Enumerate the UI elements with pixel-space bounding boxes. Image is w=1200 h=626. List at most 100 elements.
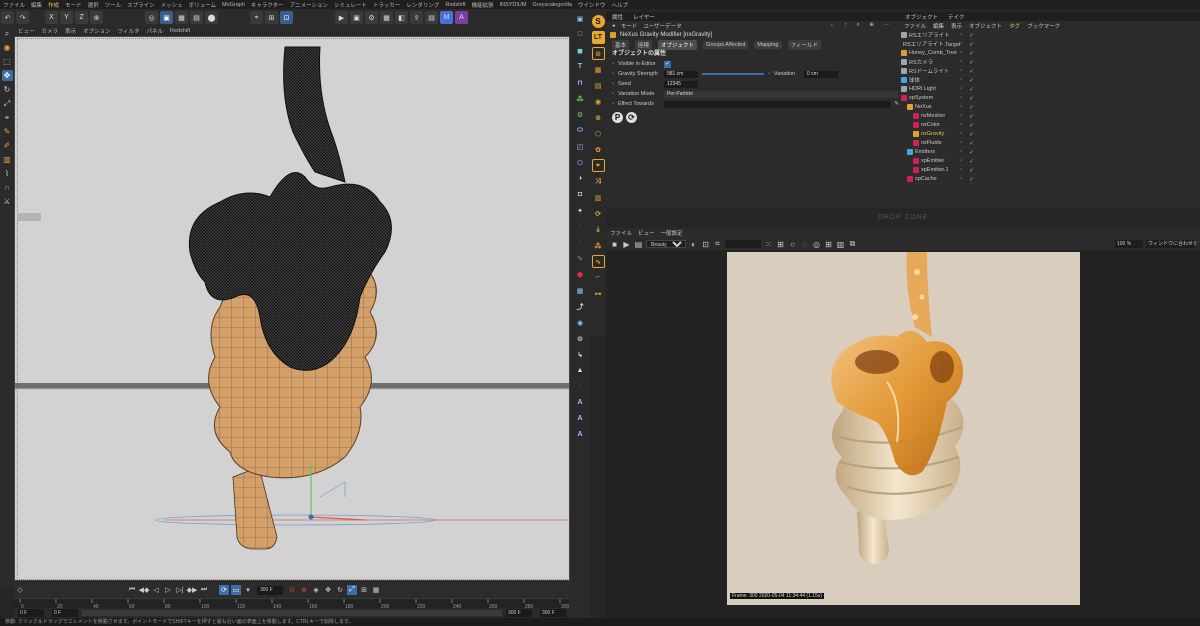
rs-dot-icon[interactable]: ⊚ [592,111,605,124]
viewport-menu-item[interactable]: フィルタ [118,27,140,35]
visibility-toggle-icon[interactable]: ▫ [960,158,969,164]
visibility-toggle-icon[interactable]: ▫ [960,149,969,155]
xp-tri-icon[interactable]: ▲ [574,364,587,377]
undo-icon[interactable]: ↶ [1,11,14,24]
visibility-toggle-icon[interactable]: ▫ [960,176,969,182]
tab-layers[interactable]: レイヤー [633,13,655,21]
menu-item[interactable]: トラッカー [373,1,401,9]
menu-item[interactable]: スプライン [127,1,155,9]
object-row[interactable]: nxGravity ▫ ✓ [899,130,1200,139]
enable-check-icon[interactable]: ✓ [969,41,978,48]
visibility-toggle-icon[interactable]: ▫ [960,50,969,56]
rs-grid-icon[interactable]: ▦ [592,63,605,76]
rotate-icon[interactable]: ↻ [2,84,13,95]
snapshot-icon[interactable]: ◎ [812,240,821,249]
visibility-toggle-icon[interactable]: ▫ [960,86,969,92]
xp-arrow-icon[interactable]: ↳ [574,348,587,361]
viewport-menu-item[interactable]: カメラ [42,27,59,35]
model-mode-icon[interactable]: ◎ [145,11,158,24]
object-row[interactable]: nxMesher ▫ ✓ [899,112,1200,121]
current-frame-field[interactable]: 300 F [257,585,283,595]
menu-item[interactable]: ヘルプ [611,1,628,9]
attr-subtab[interactable]: フィールド [787,39,821,50]
3d-viewport[interactable] [14,36,570,581]
square-icon[interactable]: □ [574,28,587,41]
region-select[interactable] [725,240,761,248]
pivot-icon[interactable]: ⌖ [2,112,13,123]
object-row[interactable]: xpCache ▫ ✓ [899,175,1200,184]
range-start-field[interactable]: 0 F [18,609,44,617]
enable-check-icon[interactable]: ✓ [969,77,978,84]
copy-icon[interactable]: ⧉ [848,239,857,249]
attr-subtab[interactable]: Mapping [754,40,782,49]
save-image-icon[interactable]: ⊞ [824,240,833,249]
menu-left-arrow-icon[interactable]: ◂ [612,23,615,29]
exposure-icon[interactable]: ◌ [800,240,809,249]
rs-render-icon[interactable]: ▤ [425,11,438,24]
tab-objects[interactable]: オブジェクト [905,13,938,21]
attr-subtab[interactable]: 座標 [635,39,653,50]
enable-check-icon[interactable]: ✓ [969,149,978,156]
render-settings-icon[interactable]: ⚙ [365,11,378,24]
visible-checkbox[interactable]: ✓ [663,60,671,68]
xp-az3-icon[interactable]: A [574,428,587,441]
menu-item[interactable]: 機能拡張 [472,1,494,9]
ai-icon[interactable]: A [455,11,468,24]
nexus-link-icon[interactable]: P [612,112,623,123]
menu-item[interactable]: 編集 [31,1,42,9]
coord-system-icon[interactable]: ⊕ [90,11,103,24]
keyframe-selection-icon[interactable]: ◈ [311,585,321,595]
rs-table-icon[interactable]: ▤ [592,79,605,92]
object-row[interactable]: RSドームライト ▫ ✓ [899,67,1200,76]
menu-item[interactable]: キャラクター [251,1,284,9]
enable-check-icon[interactable]: ✓ [969,122,978,129]
blank-icon[interactable]: · [574,220,587,233]
cloner-icon[interactable]: ⁂ [574,92,587,105]
key-param-icon[interactable]: ⊞ [359,585,369,595]
object-menu-item[interactable]: 編集 [933,22,944,30]
menu-item[interactable]: ファイル [3,1,25,9]
keyframe-diamond-icon[interactable]: ◇ [15,585,25,595]
polygons-mode-icon[interactable]: ⬤ [205,11,218,24]
magic-icon[interactable]: M [440,11,453,24]
light-icon[interactable]: ✦ [574,204,587,217]
workplane-icon[interactable]: ⊞ [265,11,278,24]
viewport-menu-item[interactable]: オプション [83,27,111,35]
edges-mode-icon[interactable]: ▤ [190,11,203,24]
object-row[interactable]: HDRI Light ▫ ✓ [899,85,1200,94]
xp-az2-icon[interactable]: A [574,412,587,425]
prev-frame-icon[interactable]: ◁ [151,585,161,595]
menu-item[interactable]: MoGraph [222,2,245,8]
live-select-icon[interactable]: ◉ [2,42,13,53]
rv-menu-prefs[interactable]: 一般設定 [661,229,683,237]
key-pla-icon[interactable]: ▦ [371,585,381,595]
enable-check-icon[interactable]: ✓ [969,95,978,102]
aov-select[interactable]: Beauty [646,240,686,248]
seed-input[interactable]: 12345 [663,80,698,88]
enable-check-icon[interactable]: ✓ [969,104,978,111]
range-end-field[interactable]: 300 F [540,609,566,617]
rs-bone-icon[interactable]: ⊶ [592,287,605,300]
enable-check-icon[interactable]: ✓ [969,86,978,93]
effect-towards-link[interactable] [663,100,892,108]
render-canvas[interactable]: Frame: 300 2020-05-04 11:34:44 (1.15s) [606,251,1200,618]
prev-key-icon[interactable]: ◀◆ [139,585,150,595]
visibility-toggle-icon[interactable]: ▫ [960,95,969,101]
enable-check-icon[interactable]: ✓ [969,167,978,174]
visibility-toggle-icon[interactable]: ▫ [960,68,969,74]
menu-item[interactable]: Greyscalegorilla [532,2,571,8]
history-icon[interactable]: ▥ [836,240,845,249]
key-position-icon[interactable]: ✥ [323,585,333,595]
compare-icon[interactable]: ⊞ [776,240,785,249]
stop-icon[interactable]: ■ [610,240,619,249]
upload-icon[interactable]: ⇪ [410,11,423,24]
menu-item[interactable]: ボリューム [189,1,216,9]
menu-item[interactable]: シミュレート [334,1,367,9]
rs-lt-icon[interactable]: LT [591,31,605,44]
zoom-field[interactable]: 100 % [1115,240,1143,248]
rs-palette-icon[interactable]: ✿ [592,143,605,156]
variation-input[interactable]: 0 cm [803,70,838,78]
deform-icon[interactable]: ◰ [574,140,587,153]
object-menu-item[interactable]: オブジェクト [969,22,1002,30]
nexus-sync-icon[interactable]: ⟳ [626,112,637,123]
